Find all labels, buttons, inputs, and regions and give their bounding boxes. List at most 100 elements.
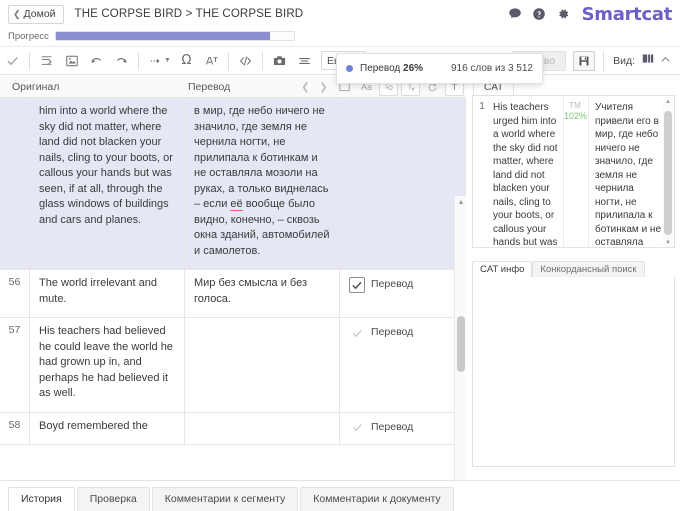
save-icon[interactable] xyxy=(573,50,596,71)
segment-target-editor[interactable]: в мир, где небо ничего не значило, где з… xyxy=(185,98,340,269)
layout-columns-icon[interactable] xyxy=(641,52,655,70)
toolbar-divider xyxy=(138,51,139,70)
progress-bar[interactable] xyxy=(54,31,295,41)
segment-status-cell: Перевод xyxy=(340,318,465,412)
column-header-original: Оригинал xyxy=(12,81,60,93)
segment-table-scrollbar[interactable]: ▲ ▼ xyxy=(454,98,466,511)
home-button-label: Домой xyxy=(23,8,56,20)
redo-icon[interactable] xyxy=(109,49,134,73)
cat-info-body xyxy=(472,277,675,467)
status-dot-icon xyxy=(346,65,353,72)
breadcrumb: THE CORPSE BIRD > THE CORPSE BIRD xyxy=(74,8,304,20)
popover-word-count: 916 слов из 3 512 xyxy=(450,63,533,74)
segment-source-text: His teachers had believed he could leave… xyxy=(30,318,185,412)
text-format-icon[interactable] xyxy=(199,49,224,73)
view-mode-label: Вид: xyxy=(613,54,635,67)
confirm-segment-button[interactable] xyxy=(0,49,25,73)
segment-target-editor[interactable] xyxy=(185,318,340,412)
align-icon[interactable] xyxy=(292,49,317,73)
tab-document-comments[interactable]: Комментарии к документу xyxy=(300,487,454,511)
table-row[interactable]: him into a world where the sky did not m… xyxy=(0,98,465,270)
app-header: ❮ Домой THE CORPSE BIRD > THE CORPSE BIR… xyxy=(0,0,680,28)
tm-matches-list: 1 His teachers urged him into a world wh… xyxy=(472,95,675,248)
scrollbar-thumb[interactable] xyxy=(457,316,465,372)
status-badge: Перевод xyxy=(371,420,414,433)
copy-source-icon[interactable] xyxy=(59,49,84,73)
segment-table: him into a world where the sky did not m… xyxy=(0,98,466,480)
popover-status-percent: 26% xyxy=(403,63,424,74)
caret-down-icon[interactable]: ▼ xyxy=(164,57,171,64)
prev-segment-button[interactable]: ❮ xyxy=(297,78,314,96)
segment-status-cell: Перевод xyxy=(340,270,465,317)
scrollbar-thumb[interactable] xyxy=(664,111,672,235)
caret-up-icon[interactable]: ▲ xyxy=(663,97,673,107)
gear-icon[interactable] xyxy=(556,7,570,21)
segment-number: 56 xyxy=(0,270,30,317)
column-header-translation: Перевод xyxy=(188,81,231,93)
segment-number xyxy=(0,98,30,269)
segment-target-editor[interactable]: Мир без смысла и без голоса. xyxy=(185,270,340,317)
segment-number: 58 xyxy=(0,412,30,444)
chevron-left-icon: ❮ xyxy=(13,8,21,19)
toolbar-divider xyxy=(261,51,263,70)
tm-engine-label: TM xyxy=(569,101,581,110)
bottom-tab-bar: История Проверка Комментарии к сегменту … xyxy=(0,480,680,511)
next-segment-button[interactable]: ❯ xyxy=(315,78,332,96)
toolbar-divider xyxy=(29,51,30,70)
list-item[interactable]: 1 His teachers urged him into a world wh… xyxy=(473,96,674,247)
segment-source-text: The world irrelevant and mute. xyxy=(30,270,185,317)
cat-info-tabs: CAT инфо Конкордансный поиск xyxy=(472,259,675,277)
tab-history[interactable]: История xyxy=(8,487,75,511)
tm-match-target: Учителя привели его в мир, где небо ниче… xyxy=(595,102,662,248)
tm-match-number: 1 xyxy=(479,101,485,112)
view-mode-group: Вид: xyxy=(603,50,655,71)
segment-target-editor[interactable] xyxy=(185,412,340,444)
camera-icon[interactable] xyxy=(267,49,292,73)
progress-bar-fill xyxy=(55,32,271,40)
toolbar-divider xyxy=(227,51,229,70)
segment-target-pre: в мир, где небо ничего не значило, где з… xyxy=(194,105,329,210)
omega-icon[interactable]: Ω xyxy=(174,49,199,73)
progress-row: Прогресс xyxy=(0,28,680,44)
tab-concordance-search[interactable]: Конкордансный поиск xyxy=(532,261,645,277)
smartcat-editor-window: ❮ Домой THE CORPSE BIRD > THE CORPSE BIR… xyxy=(0,0,680,511)
table-row[interactable]: 56 The world irrelevant and mute. Мир бе… xyxy=(0,270,465,318)
cat-panel: CAT 1 His teachers urged him into a worl… xyxy=(467,77,680,480)
popover-status: Перевод 26% xyxy=(360,63,423,74)
chevron-up-icon[interactable] xyxy=(659,52,672,70)
segment-status-cell xyxy=(340,98,465,269)
undo-icon[interactable] xyxy=(84,49,109,73)
table-row[interactable]: 58 Boyd remembered the Перевод xyxy=(0,412,465,445)
tm-scrollbar[interactable]: ▲ ▼ xyxy=(663,97,673,247)
smartcat-logo: Smartcat xyxy=(581,3,673,25)
segment-status-cell: Перевод xyxy=(340,413,465,445)
segment-confirm-checkbox[interactable] xyxy=(349,420,365,436)
tm-score-value: 102% xyxy=(564,111,588,121)
progress-label: Прогресс xyxy=(8,30,49,42)
home-button[interactable]: ❮ Домой xyxy=(8,4,64,24)
table-row[interactable]: 57 His teachers had believed he could le… xyxy=(0,318,465,413)
progress-tooltip-popover: Перевод 26% 916 слов из 3 512 xyxy=(336,53,543,84)
tm-match-source: His teachers urged him into a world wher… xyxy=(493,102,558,248)
segment-confirm-checkbox[interactable] xyxy=(349,277,365,293)
status-badge: Перевод xyxy=(371,278,414,290)
header-actions: Smartcat xyxy=(508,0,672,28)
segment-number: 57 xyxy=(0,318,30,412)
segment-source-text: Boyd remembered the xyxy=(30,412,185,444)
insert-tag-icon[interactable] xyxy=(34,49,59,73)
caret-up-icon[interactable]: ▲ xyxy=(455,196,467,208)
popover-status-label: Перевод xyxy=(360,63,401,74)
scrollbar-track[interactable]: ▲ ▼ xyxy=(454,196,466,511)
tab-cat-info[interactable]: CAT инфо xyxy=(472,261,533,277)
segment-target-spellerror: её xyxy=(230,198,243,211)
tm-match-score: TM 102% xyxy=(563,96,589,247)
tab-segment-comments[interactable]: Комментарии к сегменту xyxy=(151,487,299,511)
chat-bubble-icon[interactable] xyxy=(508,7,522,21)
segment-confirm-checkbox[interactable] xyxy=(349,325,365,341)
help-circle-icon[interactable] xyxy=(532,7,546,21)
status-badge: Перевод xyxy=(371,326,414,338)
tab-qa-check[interactable]: Проверка xyxy=(76,487,150,511)
caret-down-icon[interactable]: ▼ xyxy=(663,238,673,247)
segment-source-text: him into a world where the sky did not m… xyxy=(30,98,185,269)
code-brackets-icon[interactable] xyxy=(233,49,258,73)
